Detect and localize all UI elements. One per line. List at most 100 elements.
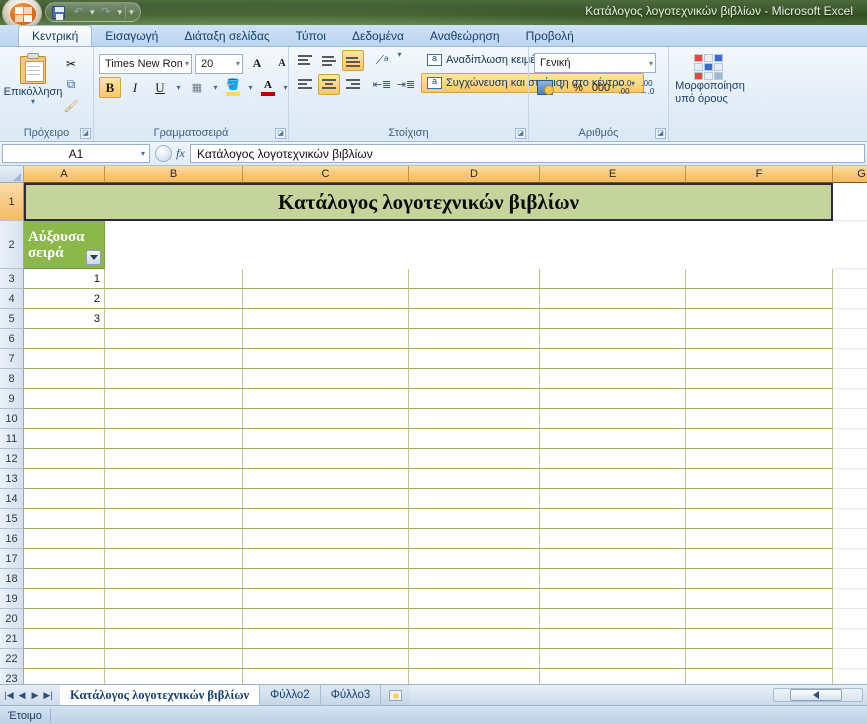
cell-c5[interactable] (243, 309, 409, 329)
cell-a23[interactable] (24, 669, 105, 684)
cell-a13[interactable] (24, 469, 105, 489)
cell-b5[interactable] (105, 309, 243, 329)
cell-d4[interactable] (409, 289, 540, 309)
cell-g14[interactable] (833, 489, 867, 509)
title-cell-a1[interactable]: Κατάλογος λογοτεχνικών βιβλίων (24, 183, 833, 221)
currency-dropdown-icon[interactable]: ▾ (557, 83, 566, 92)
align-left-button[interactable] (294, 74, 316, 95)
cell-d10[interactable] (409, 409, 540, 429)
cell-c18[interactable] (243, 569, 409, 589)
redo-button[interactable]: ↷ (98, 4, 115, 20)
column-header-f[interactable]: F (686, 166, 833, 183)
decrease-decimal-button[interactable]: .00 →.0 (636, 77, 658, 98)
cell-e12[interactable] (540, 449, 686, 469)
office-button[interactable] (2, 0, 42, 25)
cell-f12[interactable] (686, 449, 833, 469)
row-header-22[interactable]: 22 (0, 649, 24, 669)
comma-style-button[interactable]: 000 (590, 77, 612, 98)
cell-f17[interactable] (686, 549, 833, 569)
grow-font-button[interactable]: A (246, 53, 268, 74)
row-header-20[interactable]: 20 (0, 609, 24, 629)
cell-b20[interactable] (105, 609, 243, 629)
cell-a12[interactable] (24, 449, 105, 469)
cell-d21[interactable] (409, 629, 540, 649)
cell-b18[interactable] (105, 569, 243, 589)
cell-b16[interactable] (105, 529, 243, 549)
increase-decimal-button[interactable]: ←.0.00 (613, 77, 635, 98)
sheet-tab-catalog[interactable]: Κατάλογος λογοτεχνικών βιβλίων (60, 685, 261, 705)
align-middle-button[interactable] (318, 50, 340, 71)
row-header-4[interactable]: 4 (0, 289, 24, 309)
cell-g12[interactable] (833, 449, 867, 469)
prev-sheet-icon[interactable]: ◀ (16, 690, 28, 701)
cell-c8[interactable] (243, 369, 409, 389)
cell-f22[interactable] (686, 649, 833, 669)
cell-e11[interactable] (540, 429, 686, 449)
cell-b3[interactable] (105, 269, 243, 289)
cell-a14[interactable] (24, 489, 105, 509)
cell-c16[interactable] (243, 529, 409, 549)
cell-b21[interactable] (105, 629, 243, 649)
increase-indent-button[interactable]: ⇥≣ (395, 74, 417, 95)
cell-g18[interactable] (833, 569, 867, 589)
cell-g16[interactable] (833, 529, 867, 549)
row-header-14[interactable]: 14 (0, 489, 24, 509)
cell-b22[interactable] (105, 649, 243, 669)
cell-g2[interactable] (833, 221, 867, 269)
cell-d12[interactable] (409, 449, 540, 469)
cell-d20[interactable] (409, 609, 540, 629)
row-header-18[interactable]: 18 (0, 569, 24, 589)
tab-formulas[interactable]: Τύποι (283, 25, 339, 46)
cell-g22[interactable] (833, 649, 867, 669)
number-format-combo[interactable]: Γενική ▾ (534, 53, 656, 73)
cell-f9[interactable] (686, 389, 833, 409)
clipboard-dialog-launcher[interactable]: ◪ (80, 128, 91, 139)
row-header-12[interactable]: 12 (0, 449, 24, 469)
cell-f18[interactable] (686, 569, 833, 589)
borders-button[interactable]: ▦ (186, 77, 208, 98)
tab-review[interactable]: Αναθεώρηση (417, 25, 513, 46)
align-right-button[interactable] (342, 74, 364, 95)
cell-g1[interactable] (833, 183, 867, 221)
cell-c19[interactable] (243, 589, 409, 609)
cell-c11[interactable] (243, 429, 409, 449)
font-name-combo[interactable]: Times New Rom ▾ (99, 53, 192, 74)
cell-c7[interactable] (243, 349, 409, 369)
cell-f4[interactable] (686, 289, 833, 309)
cell-b13[interactable] (105, 469, 243, 489)
cell-f8[interactable] (686, 369, 833, 389)
align-center-button[interactable] (318, 74, 340, 95)
row-header-11[interactable]: 11 (0, 429, 24, 449)
row-header-17[interactable]: 17 (0, 549, 24, 569)
cell-e5[interactable] (540, 309, 686, 329)
cell-c22[interactable] (243, 649, 409, 669)
cell-c20[interactable] (243, 609, 409, 629)
cell-d17[interactable] (409, 549, 540, 569)
cell-b19[interactable] (105, 589, 243, 609)
cell-g13[interactable] (833, 469, 867, 489)
cell-e13[interactable] (540, 469, 686, 489)
cell-g6[interactable] (833, 329, 867, 349)
cell-e15[interactable] (540, 509, 686, 529)
currency-button[interactable] (534, 77, 556, 98)
cell-e23[interactable] (540, 669, 686, 684)
cell-d5[interactable] (409, 309, 540, 329)
chevron-down-icon[interactable]: ▾ (141, 149, 145, 158)
cell-c15[interactable] (243, 509, 409, 529)
cell-d22[interactable] (409, 649, 540, 669)
cell-a9[interactable] (24, 389, 105, 409)
column-header-g[interactable]: G (833, 166, 867, 183)
cell-b7[interactable] (105, 349, 243, 369)
cell-a5[interactable]: 3 (24, 309, 105, 329)
horizontal-scrollbar-thumb[interactable] (790, 689, 842, 701)
cell-g9[interactable] (833, 389, 867, 409)
cut-button[interactable]: ✂ (61, 54, 81, 73)
cell-e21[interactable] (540, 629, 686, 649)
row-header-1[interactable]: 1 (0, 183, 24, 221)
cell-b8[interactable] (105, 369, 243, 389)
cell-f23[interactable] (686, 669, 833, 684)
cell-f3[interactable] (686, 269, 833, 289)
italic-button[interactable]: I (124, 77, 146, 98)
cell-a6[interactable] (24, 329, 105, 349)
cell-f10[interactable] (686, 409, 833, 429)
